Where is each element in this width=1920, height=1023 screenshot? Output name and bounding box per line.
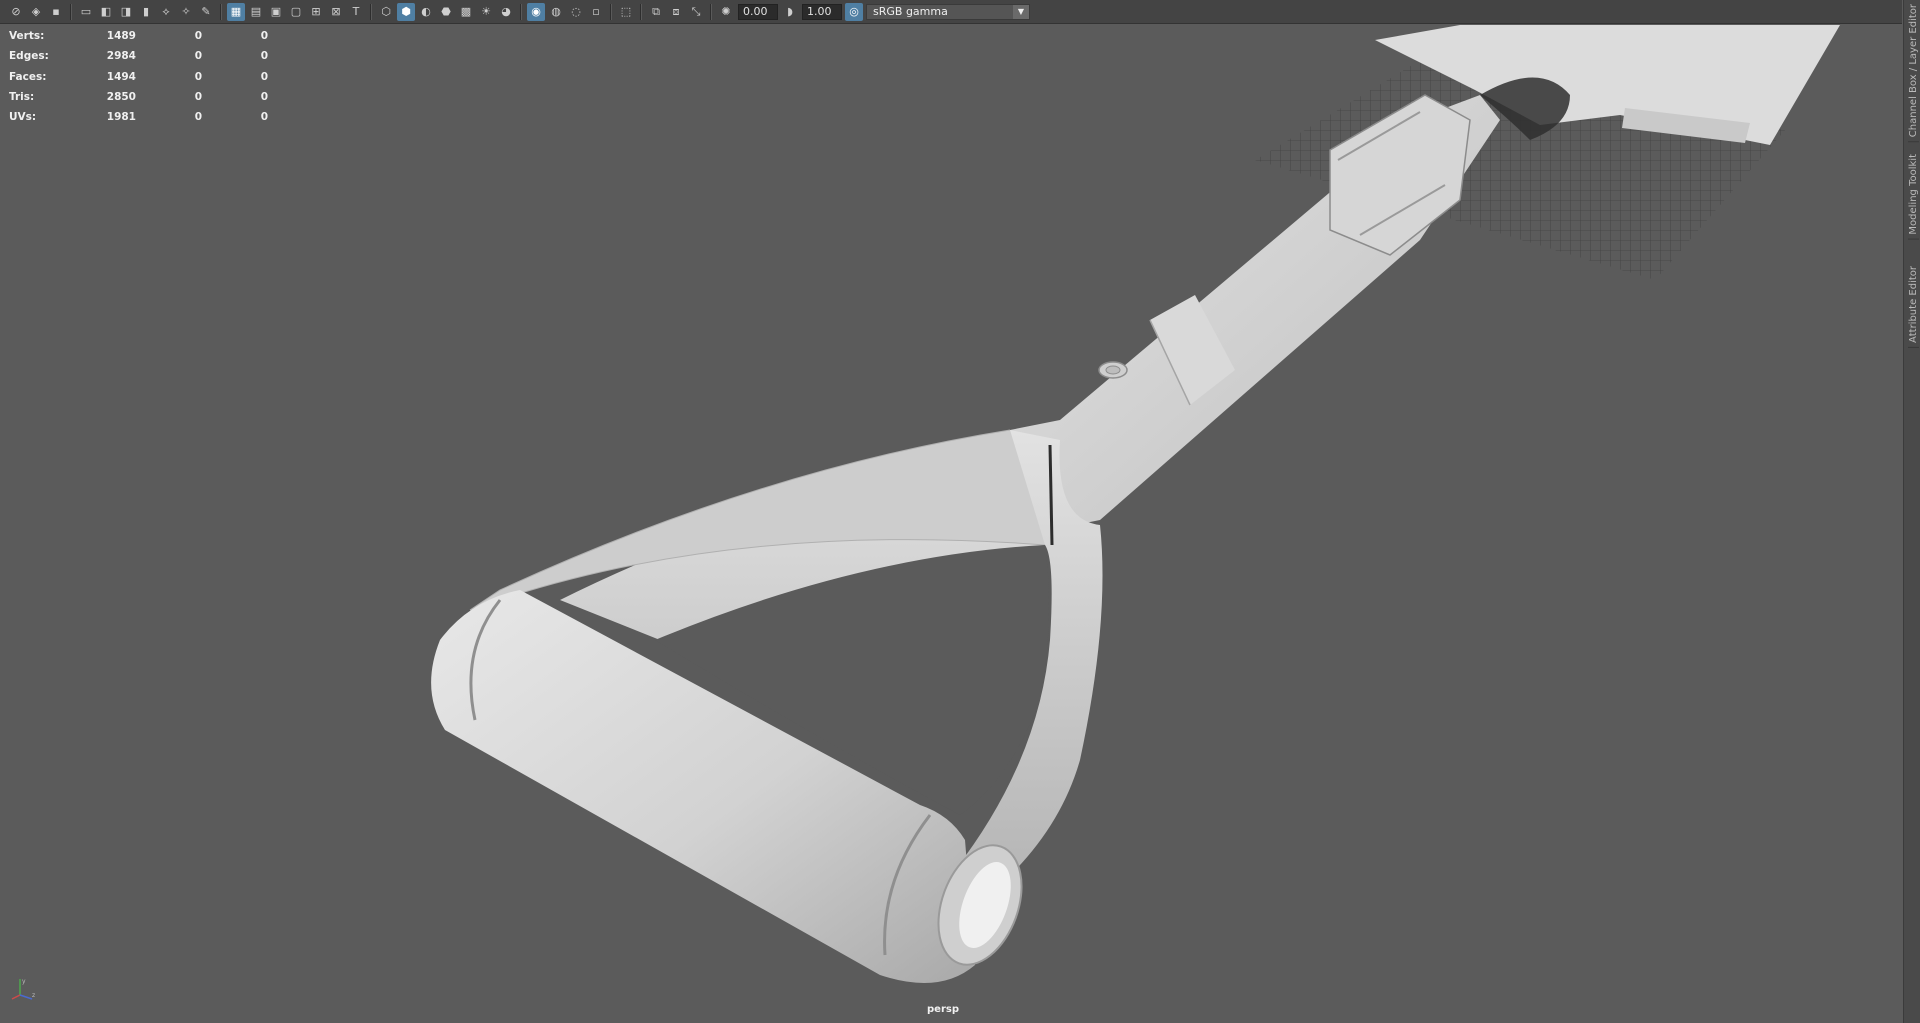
gate-mask-icon[interactable]: ▮	[137, 3, 155, 21]
viewport-toolbar: ⊘ ◈ ▪ ▭ ◧ ◨ ▮ ⟡ ✧ ✎ ▦ ▤ ▣ ▢ ⊞ ⊠ T ⬡ ⬢ ◐ …	[0, 0, 1902, 24]
default-material-icon[interactable]: ▣	[267, 3, 285, 21]
hud-value: 0	[194, 30, 202, 43]
stereo-icon[interactable]: ⧈	[667, 3, 685, 21]
safe-title-icon[interactable]: ✎	[197, 3, 215, 21]
hud-value: 0	[260, 91, 268, 104]
svg-text:z: z	[32, 992, 35, 999]
hud-label: Edges:	[9, 50, 49, 63]
motion-blur-icon[interactable]: ⬢	[397, 2, 415, 21]
toolbar-separator	[520, 3, 522, 20]
view-transform-dropdown[interactable]: sRGB gamma ▼	[866, 3, 1030, 20]
tab-attribute-editor[interactable]: Attribute Editor	[1908, 262, 1919, 348]
hud-value: 0	[260, 30, 268, 43]
camera-label: persp	[927, 1004, 959, 1015]
hud-value: 2984	[106, 50, 136, 63]
grid-toggle-icon[interactable]: ▫	[587, 3, 605, 21]
isolate-view-icon[interactable]: ◉	[527, 2, 545, 21]
resolution-gate-icon[interactable]: ◨	[117, 3, 135, 21]
wireframe-icon[interactable]: ▦	[227, 2, 245, 21]
wireframe-on-shaded-icon[interactable]: ▢	[287, 3, 305, 21]
hud-label: Faces:	[9, 70, 47, 83]
hud-value: 0	[194, 70, 202, 83]
toolbar-separator	[710, 3, 712, 20]
axis-gizmo-icon: y z	[11, 978, 35, 1000]
shadows-icon[interactable]: T	[347, 3, 365, 21]
hud-row-verts: Verts: 1489 0 0	[9, 26, 268, 46]
xray-active-icon[interactable]: ◕	[497, 3, 515, 21]
hud-label: UVs:	[9, 111, 37, 124]
hud-value: 1489	[106, 30, 136, 43]
svg-text:y: y	[22, 978, 26, 985]
use-all-lights-icon[interactable]: ⊠	[327, 3, 345, 21]
camera-exposure-icon[interactable]: ✺	[717, 3, 735, 21]
hud-value: 0	[194, 91, 202, 104]
shovel-shaft	[1000, 94, 1500, 540]
poly-count-hud: Verts: 1489 0 0 Edges: 2984 0 0 Faces: 1…	[9, 26, 268, 127]
image-plane-icon[interactable]: ▭	[77, 3, 95, 21]
gamma-icon[interactable]: ◗	[781, 3, 799, 21]
exposure-field[interactable]: 0.00	[738, 3, 778, 20]
safe-action-icon[interactable]: ✧	[177, 3, 195, 21]
hud-value: 0	[194, 111, 202, 124]
toolbar-separator	[610, 3, 612, 20]
fit-icon[interactable]: ⤡	[687, 3, 705, 21]
hud-value: 0	[260, 111, 268, 124]
side-tab-strip: Channel Box / Layer Editor Modeling Tool…	[1903, 0, 1920, 1023]
hud-row-uvs: UVs: 1981 0 0	[9, 107, 268, 127]
bookmark-icon[interactable]: ▪	[47, 3, 65, 21]
toolbar-separator	[70, 3, 72, 20]
grease-pencil-icon[interactable]: ◌	[567, 3, 585, 21]
toolbar-separator	[220, 3, 222, 20]
xray-joints-icon[interactable]: ☀	[477, 3, 495, 21]
parallel-icon[interactable]: ⧉	[647, 3, 665, 21]
tab-channel-box[interactable]: Channel Box / Layer Editor	[1908, 0, 1919, 143]
depth-of-field-icon[interactable]: ⬣	[437, 3, 455, 21]
hud-row-faces: Faces: 1494 0 0	[9, 67, 268, 87]
hud-label: Verts:	[9, 30, 45, 43]
hud-value: 1494	[106, 70, 136, 83]
multisample-aa-icon[interactable]: ◐	[417, 3, 435, 21]
color-management-icon[interactable]: ◎	[845, 2, 863, 21]
gamma-field[interactable]: 1.00	[802, 3, 842, 20]
hud-value: 0	[194, 50, 202, 63]
screen-space-ao-icon[interactable]: ⬡	[377, 3, 395, 21]
toolbar-separator	[370, 3, 372, 20]
field-chart-icon[interactable]: ⟡	[157, 3, 175, 21]
hud-value: 2850	[106, 91, 136, 104]
hud-toggle-icon[interactable]: ◍	[547, 3, 565, 21]
tab-modeling-toolkit[interactable]: Modeling Toolkit	[1908, 150, 1919, 240]
hud-value: 1981	[106, 111, 136, 124]
smooth-shade-icon[interactable]: ▤	[247, 3, 265, 21]
chevron-down-icon[interactable]: ▼	[1013, 4, 1029, 19]
camera-attributes-icon[interactable]: ◈	[27, 3, 45, 21]
isolate-select-icon[interactable]: ▩	[457, 3, 475, 21]
hud-row-tris: Tris: 2850 0 0	[9, 87, 268, 107]
hud-value: 0	[260, 70, 268, 83]
hud-label: Tris:	[9, 91, 35, 104]
xray-icon[interactable]: ⊞	[307, 3, 325, 21]
select-camera-icon[interactable]: ⊘	[7, 3, 25, 21]
viewport-3d[interactable]	[0, 25, 1903, 1023]
film-gate-icon[interactable]: ◧	[97, 3, 115, 21]
hud-value: 0	[260, 50, 268, 63]
select-marquee-icon[interactable]: ⬚	[617, 3, 635, 21]
hud-row-edges: Edges: 2984 0 0	[9, 46, 268, 66]
view-transform-value: sRGB gamma	[873, 5, 948, 18]
toolbar-separator	[640, 3, 642, 20]
